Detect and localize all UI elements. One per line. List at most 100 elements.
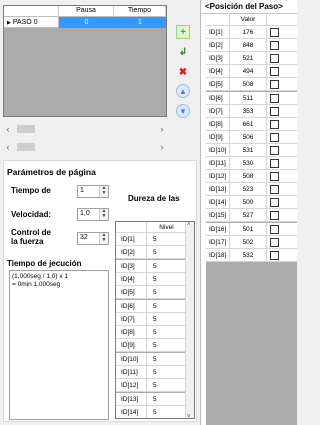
position-valor-cell[interactable]: 502 xyxy=(230,235,267,249)
dureza-row[interactable]: ID[10] 5 xyxy=(116,352,187,366)
position-row[interactable]: ID[10] 531 xyxy=(206,143,297,157)
position-checkbox[interactable] xyxy=(270,211,279,221)
position-valor-cell[interactable]: 511 xyxy=(230,91,267,105)
position-valor-cell[interactable]: 353 xyxy=(230,104,267,118)
position-checkbox[interactable] xyxy=(270,185,279,195)
position-valor-cell[interactable]: 848 xyxy=(230,39,267,53)
position-grid[interactable]: Valor ID[1] 176 ID[2] 848 ID[3] 521 ID[4] 494 ID… xyxy=(206,14,297,425)
dureza-row[interactable]: ID[3] 5 xyxy=(116,259,187,273)
position-valor-cell[interactable]: 176 xyxy=(230,26,267,39)
dureza-nivel-cell[interactable]: 5 xyxy=(147,326,186,339)
position-checkbox[interactable] xyxy=(270,250,279,260)
dureza-nivel-cell[interactable]: 5 xyxy=(147,353,186,366)
dureza-nivel-cell[interactable]: 5 xyxy=(147,313,186,326)
position-row[interactable]: ID[3] 521 xyxy=(206,52,297,66)
return-button[interactable]: ↲ xyxy=(176,45,190,59)
position-checkbox[interactable] xyxy=(270,145,279,155)
position-row[interactable]: ID[14] 500 xyxy=(206,196,297,210)
dureza-nivel-cell[interactable]: 5 xyxy=(147,286,186,299)
position-row[interactable]: ID[11] 530 xyxy=(206,157,297,170)
dureza-row[interactable]: ID[12] 5 xyxy=(116,379,187,393)
position-checkbox[interactable] xyxy=(270,132,279,142)
step-row-label[interactable]: ▶ PASO 0 xyxy=(4,17,59,28)
scroll-thumb[interactable] xyxy=(17,125,35,133)
position-row[interactable]: ID[17] 502 xyxy=(206,235,297,249)
dureza-nivel-cell[interactable]: 5 xyxy=(147,233,186,246)
position-valor-cell[interactable]: 494 xyxy=(230,65,267,79)
delete-step-button[interactable]: ✖ xyxy=(176,65,190,79)
horizontal-scrollbar-1[interactable]: ‹ › xyxy=(3,123,167,135)
scroll-up-icon[interactable]: ˄ xyxy=(187,222,191,228)
dureza-nivel-cell[interactable]: 5 xyxy=(147,393,186,406)
nivel-column-header[interactable]: Nivel xyxy=(147,222,186,233)
position-valor-cell[interactable]: 531 xyxy=(230,143,267,157)
dureza-row[interactable]: ID[6] 5 xyxy=(116,299,187,313)
position-checkbox[interactable] xyxy=(270,224,279,234)
dureza-row[interactable]: ID[9] 5 xyxy=(116,339,187,353)
horizontal-scrollbar-2[interactable]: ‹ › xyxy=(3,141,167,153)
control-fuerza-spinner[interactable]: 32 ▲ ▼ xyxy=(77,232,109,245)
dureza-nivel-cell[interactable]: 5 xyxy=(147,366,186,379)
position-valor-cell[interactable]: 523 xyxy=(230,183,267,197)
position-checkbox[interactable] xyxy=(270,80,279,90)
dureza-row[interactable]: ID[14] 5 xyxy=(116,405,187,418)
dureza-vertical-scrollbar[interactable]: ˄ ˅ xyxy=(185,222,194,418)
position-valor-cell[interactable]: 508 xyxy=(230,78,267,92)
dureza-row[interactable]: ID[11] 5 xyxy=(116,366,187,379)
position-checkbox[interactable] xyxy=(270,41,279,51)
dureza-nivel-cell[interactable]: 5 xyxy=(147,406,186,418)
dureza-nivel-cell[interactable]: 5 xyxy=(147,260,186,273)
tiempo-column-header[interactable]: Tiempo xyxy=(114,6,166,17)
scroll-thumb[interactable] xyxy=(17,143,35,151)
spinner-arrows-icon[interactable]: ▲ ▼ xyxy=(99,186,108,197)
position-row[interactable]: ID[12] 508 xyxy=(206,170,297,184)
position-checkbox[interactable] xyxy=(270,159,279,168)
position-valor-cell[interactable]: 506 xyxy=(230,130,267,144)
spinner-arrows-icon[interactable]: ▲ ▼ xyxy=(99,233,108,244)
pausa-column-header[interactable]: Pausa xyxy=(59,6,114,17)
valor-column-header[interactable]: Valor xyxy=(230,14,267,26)
position-row[interactable]: ID[13] 523 xyxy=(206,183,297,197)
position-checkbox[interactable] xyxy=(270,106,279,116)
scroll-right-icon[interactable]: › xyxy=(157,123,167,135)
dureza-row[interactable]: ID[13] 5 xyxy=(116,392,187,406)
position-row[interactable]: ID[6] 511 xyxy=(206,91,297,105)
dureza-row[interactable]: ID[5] 5 xyxy=(116,286,187,300)
scroll-down-icon[interactable]: ˅ xyxy=(187,414,191,418)
dureza-row[interactable]: ID[4] 5 xyxy=(116,272,187,286)
position-valor-cell[interactable]: 508 xyxy=(230,170,267,184)
position-checkbox[interactable] xyxy=(270,28,279,37)
position-checkbox[interactable] xyxy=(270,54,279,64)
position-checkbox[interactable] xyxy=(270,172,279,182)
position-valor-cell[interactable]: 500 xyxy=(230,196,267,210)
position-valor-cell[interactable]: 521 xyxy=(230,52,267,66)
tiempo-spinner[interactable]: 1 ▲ ▼ xyxy=(77,185,109,198)
position-checkbox[interactable] xyxy=(270,198,279,208)
scroll-left-icon[interactable]: ‹ xyxy=(3,123,13,135)
dureza-nivel-cell[interactable]: 5 xyxy=(147,379,186,392)
position-row[interactable]: ID[2] 848 xyxy=(206,39,297,53)
position-checkbox[interactable] xyxy=(270,67,279,77)
position-row[interactable]: ID[18] 532 xyxy=(206,248,297,262)
velocidad-spinner[interactable]: 1,0 ▲ ▼ xyxy=(77,208,109,221)
position-row[interactable]: ID[15] 527 xyxy=(206,209,297,223)
position-valor-cell[interactable]: 530 xyxy=(230,157,267,170)
scroll-left-icon[interactable]: ‹ xyxy=(3,141,13,153)
position-row[interactable]: ID[9] 506 xyxy=(206,130,297,144)
dureza-row[interactable]: ID[8] 5 xyxy=(116,326,187,340)
position-row[interactable]: ID[8] 661 xyxy=(206,117,297,131)
dureza-row[interactable]: ID[1] 5 xyxy=(116,233,187,246)
dureza-grid[interactable]: Nivel ID[1] 5 ID[2] 5 ID[3] 5 ID[4] 5 ID[5] 5 ID[6… xyxy=(115,221,195,419)
position-valor-cell[interactable]: 532 xyxy=(230,248,267,262)
position-row[interactable]: ID[4] 494 xyxy=(206,65,297,79)
dureza-nivel-cell[interactable]: 5 xyxy=(147,300,186,313)
dureza-nivel-cell[interactable]: 5 xyxy=(147,246,186,259)
scroll-right-icon[interactable]: › xyxy=(157,141,167,153)
position-checkbox[interactable] xyxy=(270,119,279,129)
position-valor-cell[interactable]: 527 xyxy=(230,209,267,223)
position-row[interactable]: ID[5] 508 xyxy=(206,78,297,92)
dureza-nivel-cell[interactable]: 5 xyxy=(147,339,186,352)
move-up-button[interactable]: ▲ xyxy=(176,84,190,98)
dureza-row[interactable]: ID[7] 5 xyxy=(116,312,187,326)
position-row[interactable]: ID[16] 501 xyxy=(206,222,297,236)
